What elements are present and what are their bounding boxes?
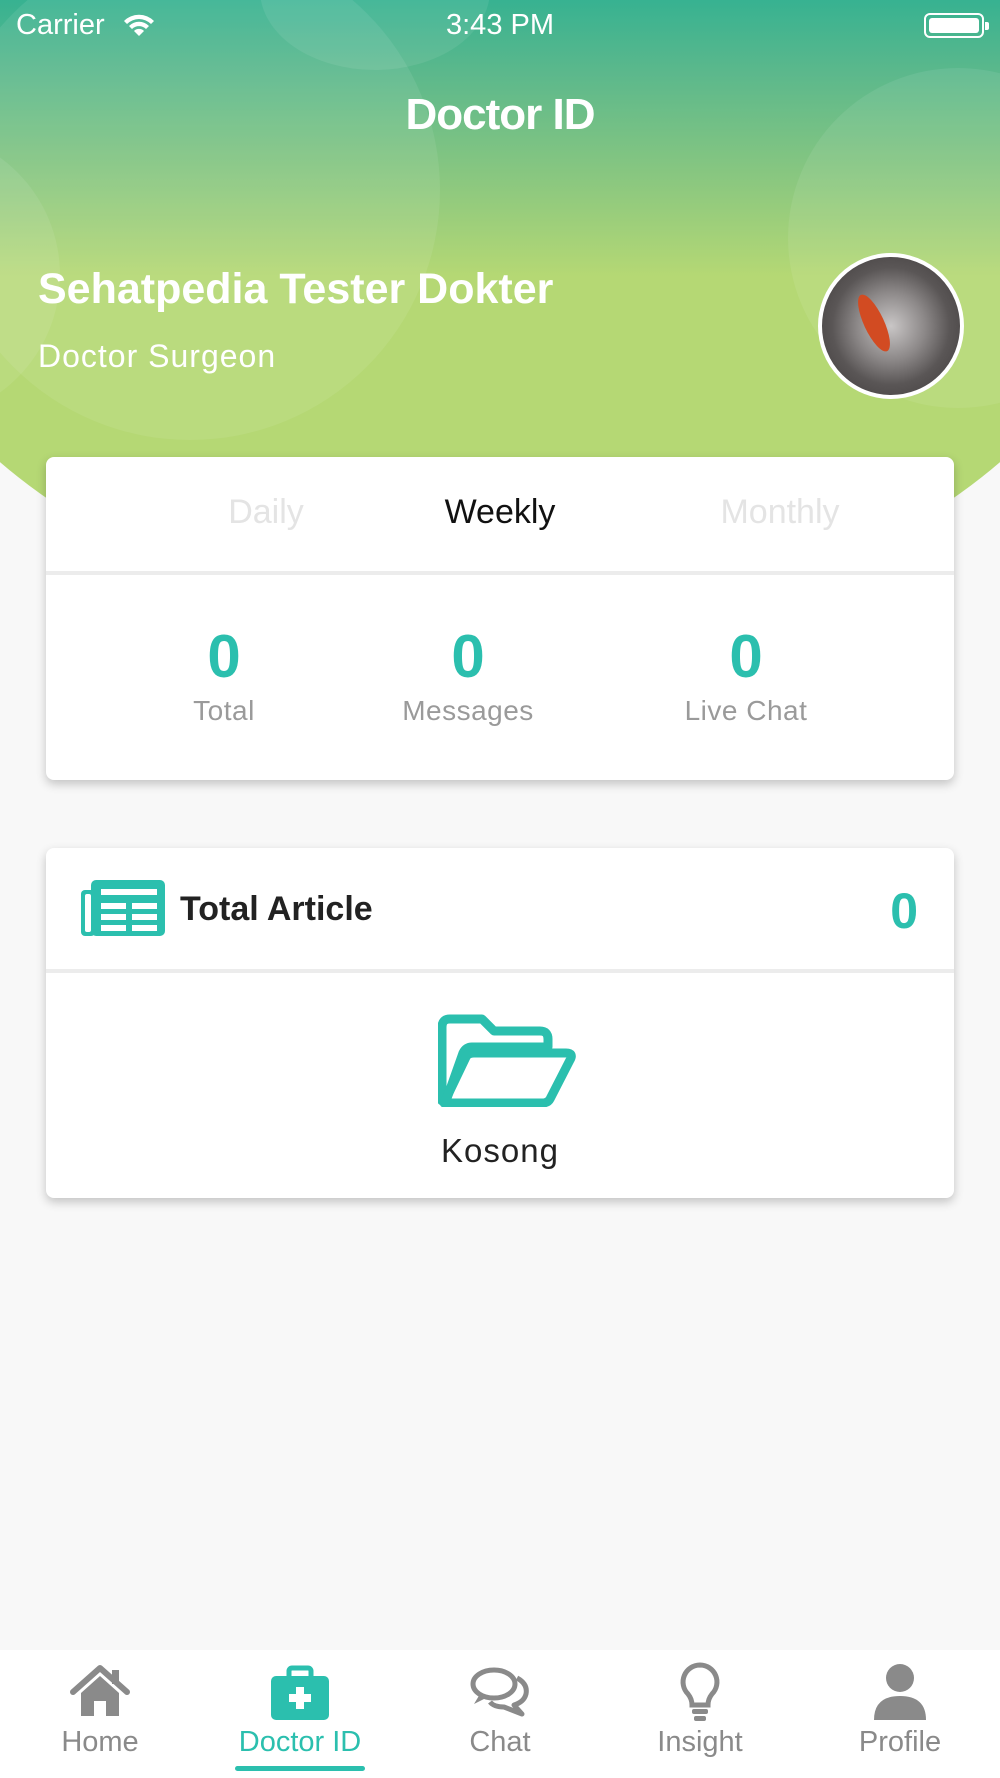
consultation-stats-card: Daily Weekly Monthly 0 Total 0 Messages … (46, 457, 954, 780)
stat-total-label: Total (193, 695, 255, 726)
tabbar-profile[interactable]: Profile (800, 1650, 1000, 1778)
tabbar-home[interactable]: Home (0, 1650, 200, 1778)
doctor-name: Sehatpedia Tester Dokter (38, 265, 554, 313)
tabbar-doctor-id-label: Doctor ID (238, 1726, 362, 1758)
article-count: 0 (890, 883, 918, 939)
article-card: Total Article 0 Kosong (46, 848, 954, 1198)
tab-weekly[interactable]: Weekly (370, 493, 630, 532)
stat-total-value: 0 (207, 623, 241, 690)
tabbar-profile-label: Profile (858, 1726, 942, 1758)
stat-messages-value: 0 (451, 623, 485, 690)
newspaper-icon (81, 880, 165, 936)
empty-state-label: Kosong (441, 1132, 559, 1169)
tab-monthly[interactable]: Monthly (650, 493, 910, 532)
doctor-role: Doctor Surgeon (38, 338, 277, 374)
tabbar-chat-label: Chat (469, 1726, 531, 1758)
article-card-header[interactable]: Total Article 0 (46, 848, 954, 973)
tab-daily[interactable]: Daily (136, 493, 396, 532)
bottom-tab-bar: Home Doctor ID Chat Insight Profile (0, 1650, 1000, 1778)
medical-kit-icon (271, 1665, 329, 1720)
stat-live-chat-label: Live Chat (684, 695, 808, 726)
stat-total: 0 Total (104, 627, 344, 727)
status-time: 3:43 PM (446, 9, 554, 41)
tabbar-insight[interactable]: Insight (600, 1650, 800, 1778)
status-bar: Carrier 3:43 PM (0, 0, 1000, 50)
tabbar-doctor-id[interactable]: Doctor ID (200, 1650, 400, 1778)
user-icon (874, 1664, 926, 1720)
tabbar-chat[interactable]: Chat (400, 1650, 600, 1778)
stat-live-chat: 0 Live Chat (626, 627, 866, 727)
avatar[interactable] (818, 253, 964, 399)
period-tabs: Daily Weekly Monthly (46, 457, 954, 575)
home-icon (70, 1665, 130, 1716)
active-tab-indicator (235, 1766, 365, 1771)
article-title: Total Article (180, 890, 373, 928)
page-title: Doctor ID (405, 90, 596, 139)
chat-bubbles-icon (470, 1667, 529, 1717)
stat-messages: 0 Messages (348, 627, 588, 727)
battery-icon (924, 13, 989, 38)
tabbar-home-label: Home (61, 1726, 139, 1758)
tabbar-insight-label: Insight (657, 1726, 743, 1758)
lightbulb-icon (680, 1662, 720, 1721)
stat-live-chat-value: 0 (729, 623, 763, 690)
stat-messages-label: Messages (402, 695, 534, 726)
open-folder-icon (438, 1014, 576, 1107)
